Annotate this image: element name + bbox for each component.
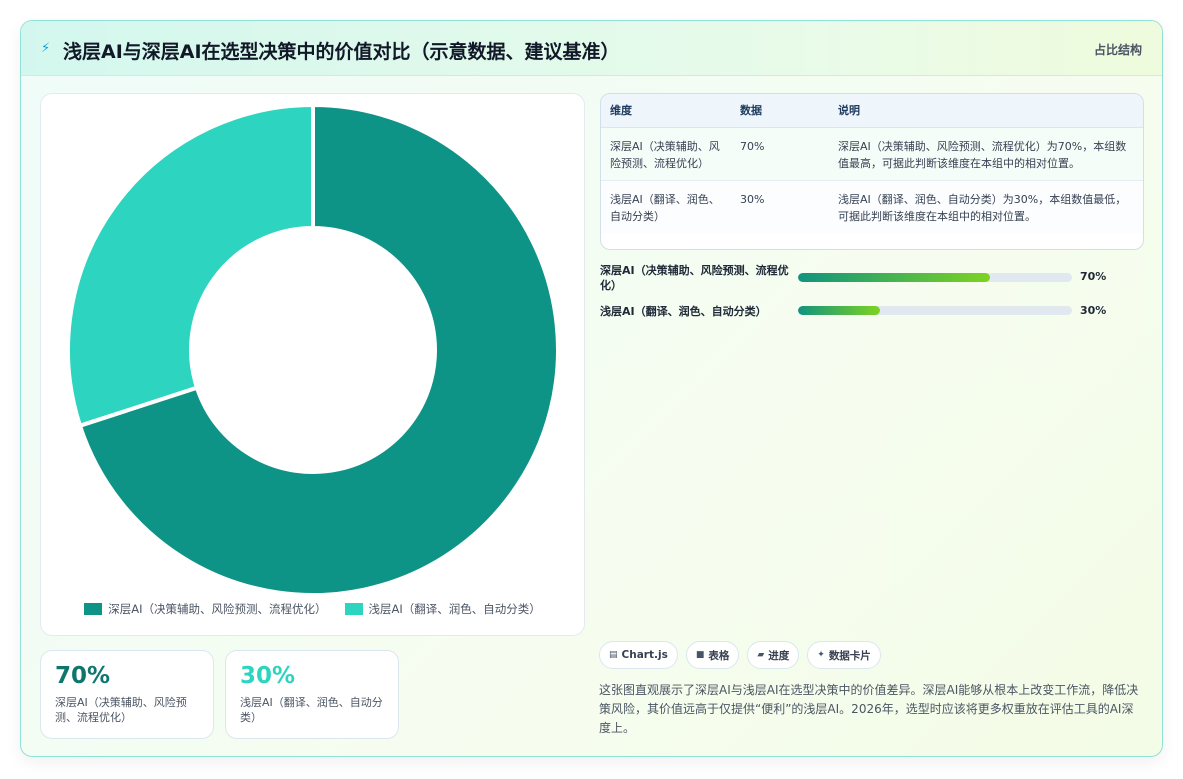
legend-label: 浅层AI（翻译、润色、自动分类） xyxy=(368,602,541,616)
progress-row-deep: 深层AI（决策辅助、风险预测、流程优化） 70% xyxy=(600,263,1144,303)
table-cell: 30% xyxy=(740,192,765,206)
stat-value-shallow: 30% xyxy=(240,663,296,689)
table-cell: 深层AI（决策辅助、风险预测、流程优化）为70%，本组数值最高，可据此判断该维度… xyxy=(829,127,1143,181)
description-text: 这张图直观展示了深层AI与浅层AI在选型决策中的价值差异。深层AI能够从根本上改… xyxy=(599,683,1139,735)
tag-label: 数据卡片 xyxy=(828,649,871,662)
table-icon: ■ xyxy=(695,650,705,660)
stat-card-shallow: 30% 浅层AI（翻译、润色、自动分类） xyxy=(225,650,399,739)
tag-chartjs[interactable]: ▤ Chart.js xyxy=(599,641,678,669)
table-cell: 70% xyxy=(731,127,829,181)
lightning-icon: ⚡ xyxy=(41,41,51,56)
progress-track xyxy=(798,306,1072,315)
main-card: ⚡ 浅层AI与深层AI在选型决策中的价值对比（示意数据、建议基准） 占比结构 深… xyxy=(20,20,1163,757)
progress-label: 浅层AI（翻译、润色、自动分类） xyxy=(600,305,767,318)
table-cell: 浅层AI（翻译、润色、自动分类）为30%，本组数值最低，可据此判断该维度在本组中… xyxy=(838,192,1127,223)
progress-percent: 30% xyxy=(1080,304,1107,317)
table-header-description: 说明 xyxy=(829,94,1143,128)
table-header-row: 维度 数据 说明 xyxy=(601,94,1143,128)
chart-icon: ▤ xyxy=(609,650,618,660)
donut-chart-panel: 深层AI（决策辅助、风险预测、流程优化） 浅层AI（翻译、润色、自动分类） xyxy=(40,93,585,636)
header-right-label: 占比结构 xyxy=(1093,43,1142,57)
tag-label: 表格 xyxy=(708,649,730,662)
legend-item-0[interactable]: 深层AI（决策辅助、风险预测、流程优化） xyxy=(84,601,327,617)
tag-label: Chart.js xyxy=(621,649,668,661)
progress-fill xyxy=(798,273,990,282)
progress-track xyxy=(798,273,1072,282)
tag-progress[interactable]: ▰ 进度 xyxy=(747,641,800,669)
table-cell: 深层AI（决策辅助、风险预测、流程优化） xyxy=(601,127,731,181)
progress-row-shallow: 浅层AI（翻译、润色、自动分类） 30% xyxy=(600,303,1144,333)
table-cell: 浅层AI（翻译、润色、自动分类） xyxy=(610,192,720,223)
donut-chart xyxy=(66,102,560,597)
tag-label: 进度 xyxy=(768,649,790,662)
chart-legend: 深层AI（决策辅助、风险预测、流程优化） 浅层AI（翻译、润色、自动分类） xyxy=(41,601,584,617)
donut-slice-1[interactable] xyxy=(66,102,315,429)
legend-label: 深层AI（决策辅助、风险预测、流程优化） xyxy=(108,602,327,616)
stat-label-deep: 深层AI（决策辅助、风险预测、流程优化） xyxy=(55,696,187,724)
stat-value-deep: 70% xyxy=(55,663,111,689)
legend-swatch xyxy=(344,603,363,615)
stat-card-deep: 70% 深层AI（决策辅助、风险预测、流程优化） xyxy=(40,650,214,739)
table-header-data: 数据 xyxy=(731,94,829,128)
legend-item-1[interactable]: 浅层AI（翻译、润色、自动分类） xyxy=(344,601,541,617)
progress-bars: 深层AI（决策辅助、风险预测、流程优化） 70% 浅层AI（翻译、润色、自动分类… xyxy=(600,263,1144,333)
table-row: 深层AI（决策辅助、风险预测、流程优化） 70% 深层AI（决策辅助、风险预测、… xyxy=(601,127,1143,181)
progress-label: 深层AI（决策辅助、风险预测、流程优化） xyxy=(600,264,789,292)
header: ⚡ 浅层AI与深层AI在选型决策中的价值对比（示意数据、建议基准） 占比结构 xyxy=(21,21,1162,76)
tag-table[interactable]: ■ 表格 xyxy=(685,641,740,669)
tag-list: ▤ Chart.js ■ 表格 ▰ 进度 ✦ 数据卡片 xyxy=(599,641,881,669)
data-table: 维度 数据 说明 深层AI（决策辅助、风险预测、流程优化） 70% 深层AI（决… xyxy=(601,94,1143,233)
sparkle-icon: ✦ xyxy=(817,650,825,660)
tag-data-card[interactable]: ✦ 数据卡片 xyxy=(807,641,881,669)
table-row: 浅层AI（翻译、润色、自动分类） 30% 浅层AI（翻译、润色、自动分类）为30… xyxy=(601,180,1143,233)
data-table-panel: 维度 数据 说明 深层AI（决策辅助、风险预测、流程优化） 70% 深层AI（决… xyxy=(600,93,1144,250)
page-title: 浅层AI与深层AI在选型决策中的价值对比（示意数据、建议基准） xyxy=(63,41,620,63)
stat-label-shallow: 浅层AI（翻译、润色、自动分类） xyxy=(240,696,383,724)
progress-fill xyxy=(798,306,881,315)
legend-swatch xyxy=(84,603,103,615)
table-header-dimension: 维度 xyxy=(601,94,731,128)
progress-percent: 70% xyxy=(1080,270,1107,283)
progress-icon: ▰ xyxy=(757,650,765,660)
